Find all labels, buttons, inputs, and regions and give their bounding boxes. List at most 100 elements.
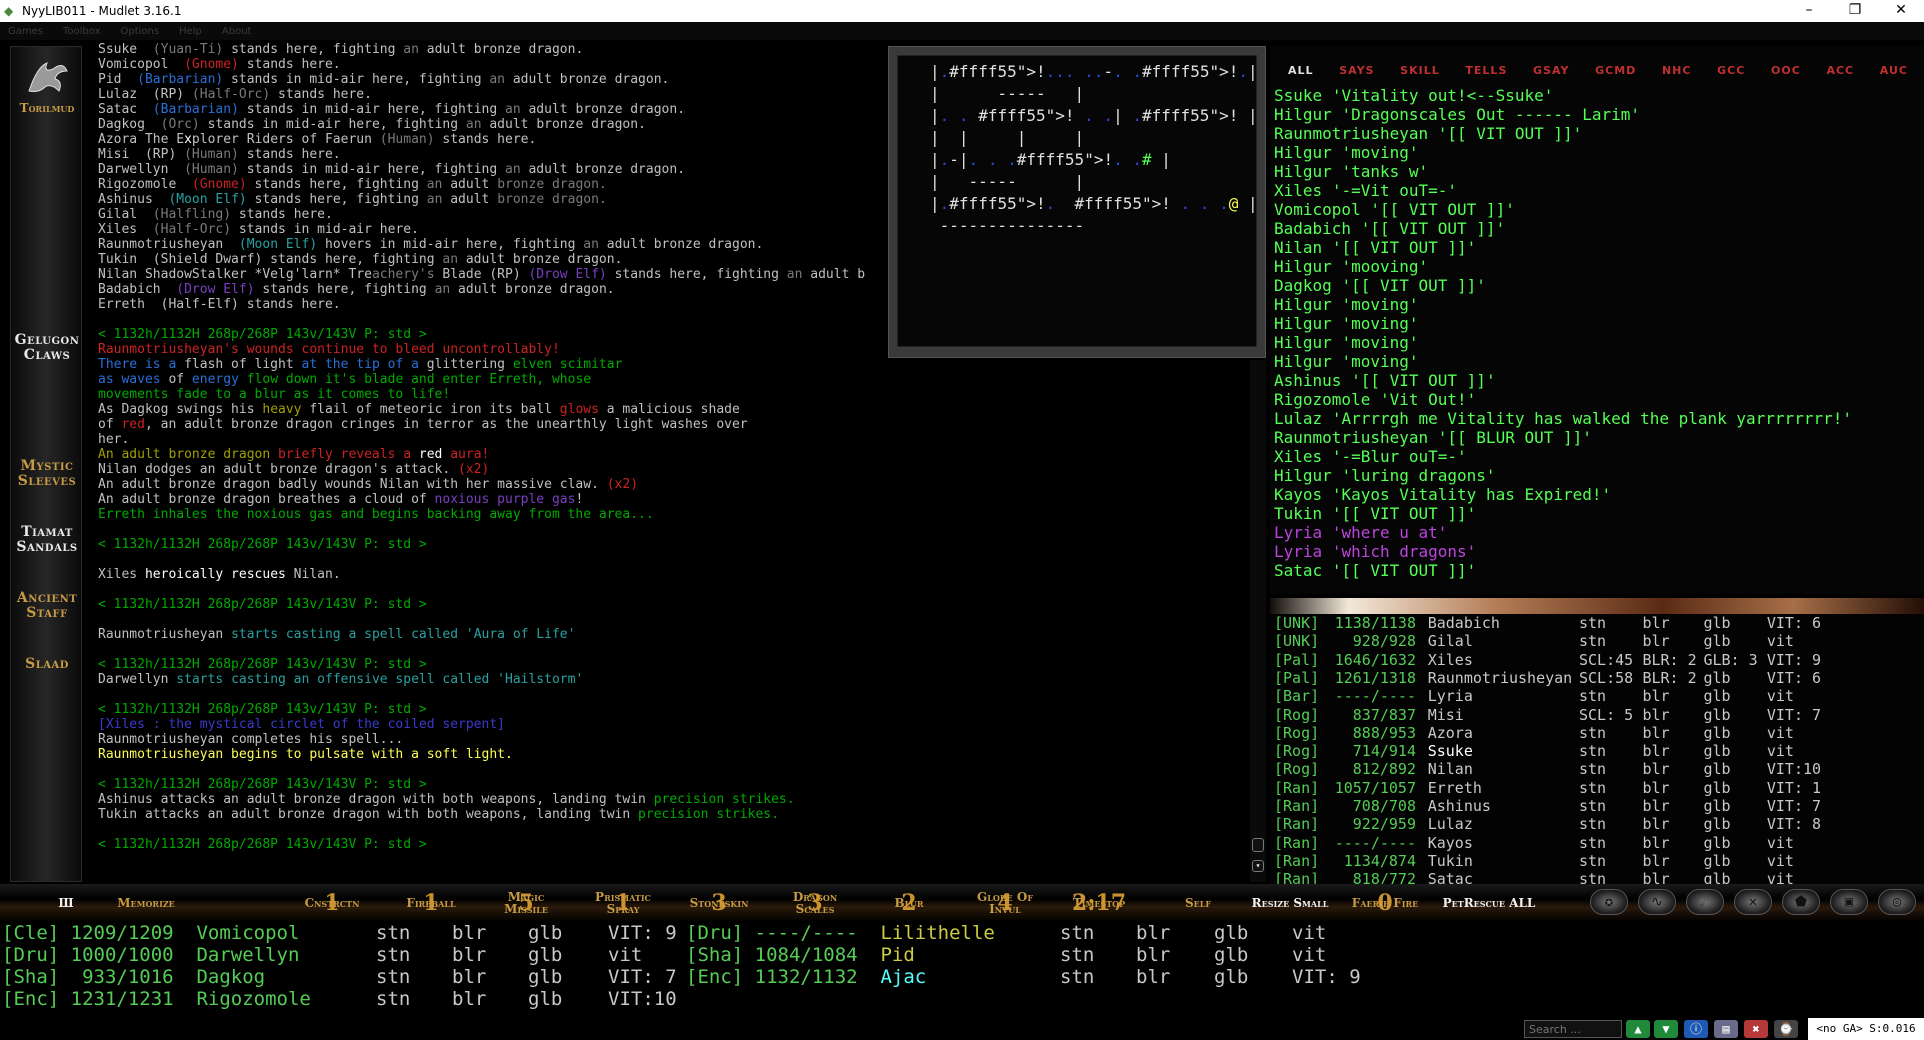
log-line: Raunmotriusheyan's wounds continue to bl… [98,342,888,357]
spell-button--[interactable]: Ш [54,884,78,922]
sidebar-item-gelugon[interactable]: Gelugon Claws [11,333,83,363]
menu-item-about[interactable]: About [222,26,252,37]
info-icon[interactable]: ⓘ [1684,1020,1708,1038]
group-b: blr [1642,797,1670,815]
group-d: VIT: 7 [1766,705,1822,724]
spell-button-dragon-scales[interactable]: Dragon Scales 3 [780,884,850,922]
scroll-down-green-icon[interactable]: ▼ [1654,1020,1678,1038]
log-segment: An adult bronze dragon [98,447,279,462]
heartbeat-icon[interactable]: ∿ [1638,889,1676,915]
pentagram-icon[interactable]: ✪ [1590,889,1628,915]
spell-button-blur[interactable]: Blur 2 [884,884,934,922]
spell-button-faerie-fire[interactable]: Faerie Fire 0 [1350,884,1420,922]
group-cell: glb [528,944,563,966]
group-c: glb [1703,851,1731,870]
group-hp: 1134/874 [1343,851,1416,870]
sidebar-item-mystic[interactable]: Mystic Sleeves [11,459,83,489]
chat-speaker: Hilgur [1274,352,1332,371]
tab-skill[interactable]: SKILL [1400,64,1440,84]
chat-speaker: Vomicopol [1274,200,1361,219]
chat-line: Hilgur 'moving' [1274,143,1924,162]
tab-gsay[interactable]: GSAY [1533,64,1569,84]
group-hp: 1646/1632 [1334,650,1416,669]
logo-label: Torilmud [19,101,75,115]
dragon-icon[interactable]: ☄ [1686,889,1724,915]
ascii-map[interactable]: |.#ffff55">!... ..-. .#ffff55">!.| | ----… [897,55,1257,347]
spell-button-memorize[interactable]: Memorize [106,884,186,922]
shield-icon[interactable]: ⬟ [1782,889,1820,915]
tab-tells[interactable]: TELLS [1465,64,1507,84]
group-b: BLR: 2 [1642,650,1697,669]
log-segment: (Half-Orc) [152,222,232,237]
spell-button-magic-missile[interactable]: Magic Missile 5 [496,884,556,922]
chat-speaker: Hilgur [1274,295,1332,314]
sidebar-item-tiamat[interactable]: Tiamat Sandals [11,525,83,555]
sidebar-item-ancient[interactable]: Ancient Staff [11,591,83,621]
log-segment: red [121,417,145,432]
log-line: movements fade to a blur as it comes to … [98,387,888,402]
log-segment: Erreth inhales the noxious gas and begin… [98,507,654,522]
main-scrollbar[interactable]: ▾ [1250,360,1266,882]
log-segment: ! [575,492,584,507]
table-row: [Ran] 922/959 Lulaz stn blr glb VIT: 8 [1274,815,1924,833]
group-name: Lulaz [1427,815,1473,834]
crossed-swords-icon[interactable]: ✕ [1734,889,1772,915]
spell-button-resize-small[interactable]: Resize Small [1250,884,1330,922]
tab-auc[interactable]: AUC [1880,64,1908,84]
group-a: SCL:45 [1579,650,1634,669]
tab-gcmd[interactable]: GCMD [1595,64,1636,84]
chat-speaker: Lyria [1274,542,1323,561]
spell-button-globe-of-invul[interactable]: Globe Of Invul 4 [964,884,1046,922]
chat-log[interactable]: Ssuke 'Vitality out!<--Ssuke' Hilgur 'Dra… [1274,86,1924,580]
menu-item-help[interactable]: Help [179,26,202,37]
tab-says[interactable]: SAYS [1339,64,1374,84]
chat-panel: ALL SAYS SKILL TELLS GSAY GCMD NHC GCC OOC ACC AUC… [1270,46,1924,594]
scroll-down-icon[interactable]: ▾ [1252,860,1264,872]
sidebar-item-slaad[interactable]: Slaad [11,657,83,672]
tab-all[interactable]: ALL [1288,64,1314,84]
menu-item-games[interactable]: Games [8,26,43,37]
spell-button-stoneskin[interactable]: Stoneskin 3 [678,884,760,922]
scroll-up-icon[interactable]: ▲ [1626,1020,1650,1038]
chest-icon[interactable]: ▣ [1830,889,1868,915]
log-segment: Rigozomole [98,177,192,192]
log-segment: adult bronze dragon. [598,237,764,252]
tab-nhc[interactable]: NHC [1662,64,1692,84]
spell-button-petrescue-all[interactable]: PetRescue ALL [1430,884,1548,922]
log-segment: stands here, fighting [223,42,404,57]
menu-bar: Games Toolbox Options Help About [0,22,1924,40]
spell-button-timestop[interactable]: Timestop 2:17 [1058,884,1140,922]
timestamp-icon[interactable]: ⌚ [1774,1020,1798,1038]
maximize-button[interactable]: ❐ [1832,0,1878,22]
menu-item-toolbox[interactable]: Toolbox [63,26,101,37]
minimize-button[interactable]: – [1786,0,1832,22]
group-cell: vit [1292,944,1327,966]
group-status-panel: [UNK] 1138/1138 Badabich stn blr glb VIT: 6 [UN… [1270,614,1924,888]
log-segment: adult bronze dragon. [418,42,584,57]
tab-gcc[interactable]: GCC [1717,64,1745,84]
chat-speaker: Ashinus [1274,371,1342,390]
close-button[interactable]: ✕ [1878,0,1924,22]
clear-icon[interactable]: ✖ [1744,1020,1768,1038]
ring-icon[interactable]: ◎ [1878,889,1916,915]
log-segment: (Drow Elf) [528,267,607,282]
chat-line: Vomicopol '[[ VIT OUT ]]' [1274,200,1924,219]
group-cls: [Pal] [1274,668,1320,687]
log-segment: An adult bronze dragon badly wounds Nila… [98,477,607,492]
menu-item-options[interactable]: Options [120,26,159,37]
group-hp: 812/892 [1352,760,1416,779]
filter-icon[interactable]: ▤ [1714,1020,1738,1038]
main-output[interactable]: Ssuke (Yuan-Ti) stands here, fighting an… [98,42,888,862]
tab-acc[interactable]: ACC [1826,64,1854,84]
spell-button-self[interactable]: Self [1168,884,1228,922]
spell-button-cnstrctn[interactable]: Cnstrctn 1 [292,884,372,922]
scroll-thumb[interactable] [1252,838,1264,852]
command-input[interactable] [0,1018,1520,1040]
chat-message: 'moving' [1341,333,1419,352]
tab-ooc[interactable]: OOC [1771,64,1801,84]
spell-button-prismatic-spray[interactable]: Prismatic Spray 1 [582,884,664,922]
spell-button-fireball[interactable]: Fireball 1 [396,884,466,922]
log-segment: < 1132h/1132H 268p/268P 143v/143V P: std… [98,597,427,612]
search-input[interactable] [1524,1020,1622,1038]
